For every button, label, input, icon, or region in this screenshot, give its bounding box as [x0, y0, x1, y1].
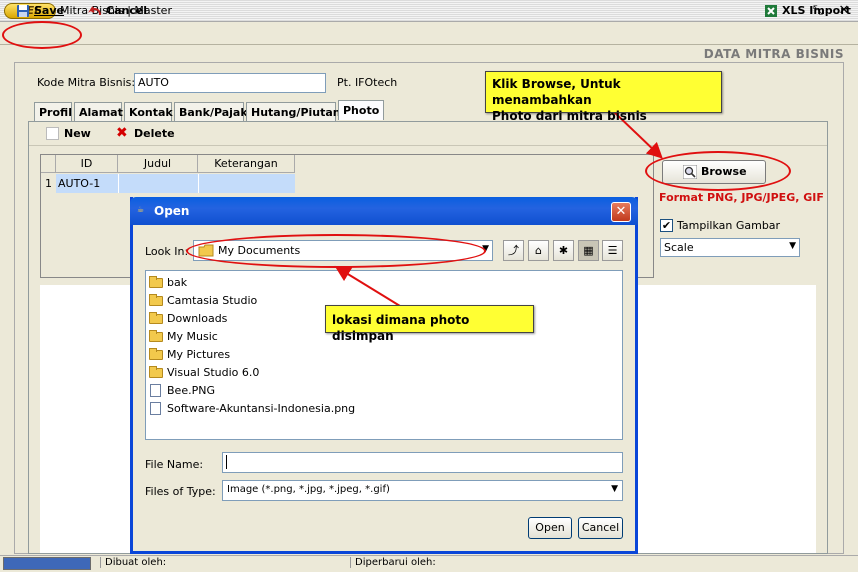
- arrow-to-lookin: [334, 265, 401, 307]
- annotation-arrows: [334, 109, 663, 307]
- browse-callout-line1: Klik Browse, Untuk menambahkan: [492, 77, 621, 107]
- browse-callout: Klik Browse, Untuk menambahkan Photo dar…: [485, 71, 722, 123]
- browse-callout-line2: Photo dari mitra bisnis: [492, 109, 647, 123]
- location-callout: lokasi dimana photo disimpan: [325, 305, 534, 343]
